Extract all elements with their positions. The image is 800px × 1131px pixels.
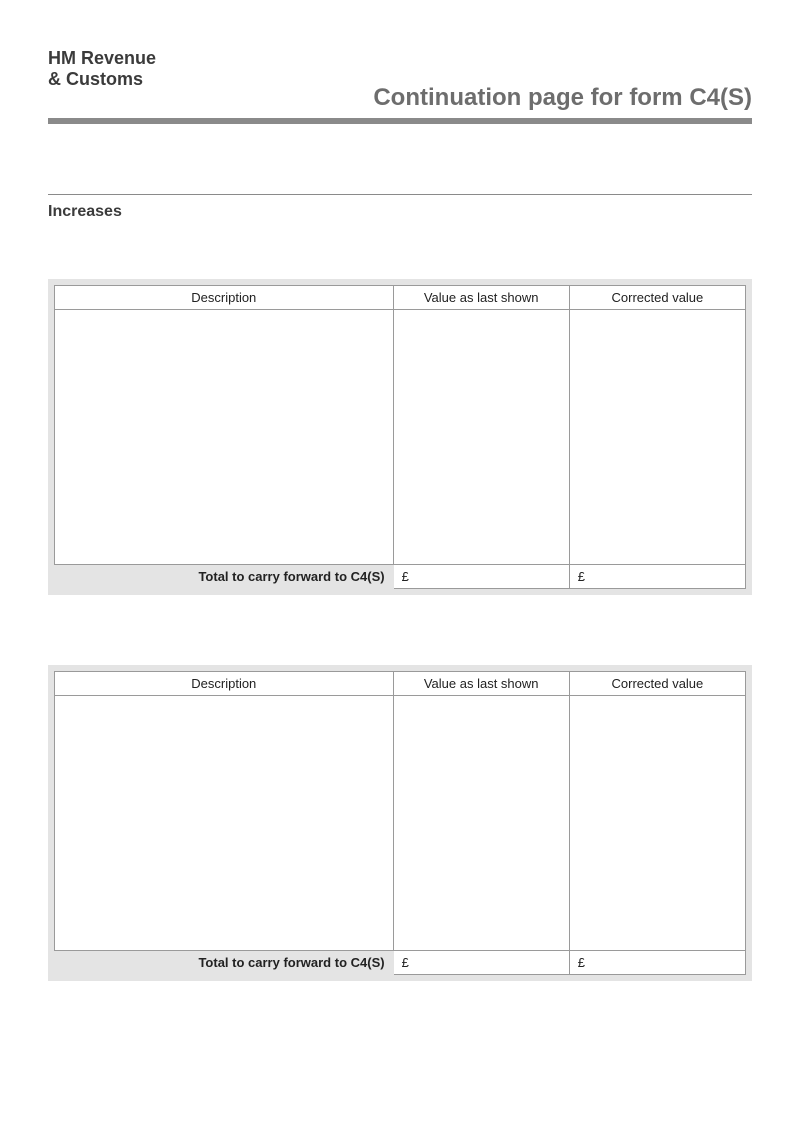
total-value-corrected[interactable]: £ xyxy=(569,565,745,589)
cell-description[interactable] xyxy=(55,696,394,951)
cell-value-corrected[interactable] xyxy=(569,696,745,951)
col-header-description: Description xyxy=(55,672,394,696)
col-header-value-last: Value as last shown xyxy=(393,286,569,310)
table-header-row: Description Value as last shown Correcte… xyxy=(55,286,746,310)
total-value-corrected[interactable]: £ xyxy=(569,951,745,975)
total-value-last[interactable]: £ xyxy=(393,951,569,975)
document-header: HM Revenue & Customs Continuation page f… xyxy=(48,48,752,112)
cell-value-last[interactable] xyxy=(393,696,569,951)
table-row xyxy=(55,696,746,951)
cell-value-corrected[interactable] xyxy=(569,310,745,565)
table-header-row: Description Value as last shown Correcte… xyxy=(55,672,746,696)
cell-description[interactable] xyxy=(55,310,394,565)
total-label: Total to carry forward to C4(S) xyxy=(55,565,394,589)
section-rule xyxy=(48,194,752,195)
increases-table-1: Description Value as last shown Correcte… xyxy=(48,279,752,595)
col-header-value-last: Value as last shown xyxy=(393,672,569,696)
total-row: Total to carry forward to C4(S) £ £ xyxy=(55,951,746,975)
form-title: Continuation page for form C4(S) xyxy=(373,84,752,112)
logo-line-1: HM Revenue xyxy=(48,48,752,69)
total-label: Total to carry forward to C4(S) xyxy=(55,951,394,975)
total-row: Total to carry forward to C4(S) £ £ xyxy=(55,565,746,589)
total-value-last[interactable]: £ xyxy=(393,565,569,589)
section-heading-increases: Increases xyxy=(48,203,752,221)
col-header-value-corrected: Corrected value xyxy=(569,286,745,310)
table-row xyxy=(55,310,746,565)
col-header-value-corrected: Corrected value xyxy=(569,672,745,696)
col-header-description: Description xyxy=(55,286,394,310)
increases-table-2: Description Value as last shown Correcte… xyxy=(48,665,752,981)
cell-value-last[interactable] xyxy=(393,310,569,565)
header-rule-thick xyxy=(48,118,752,124)
